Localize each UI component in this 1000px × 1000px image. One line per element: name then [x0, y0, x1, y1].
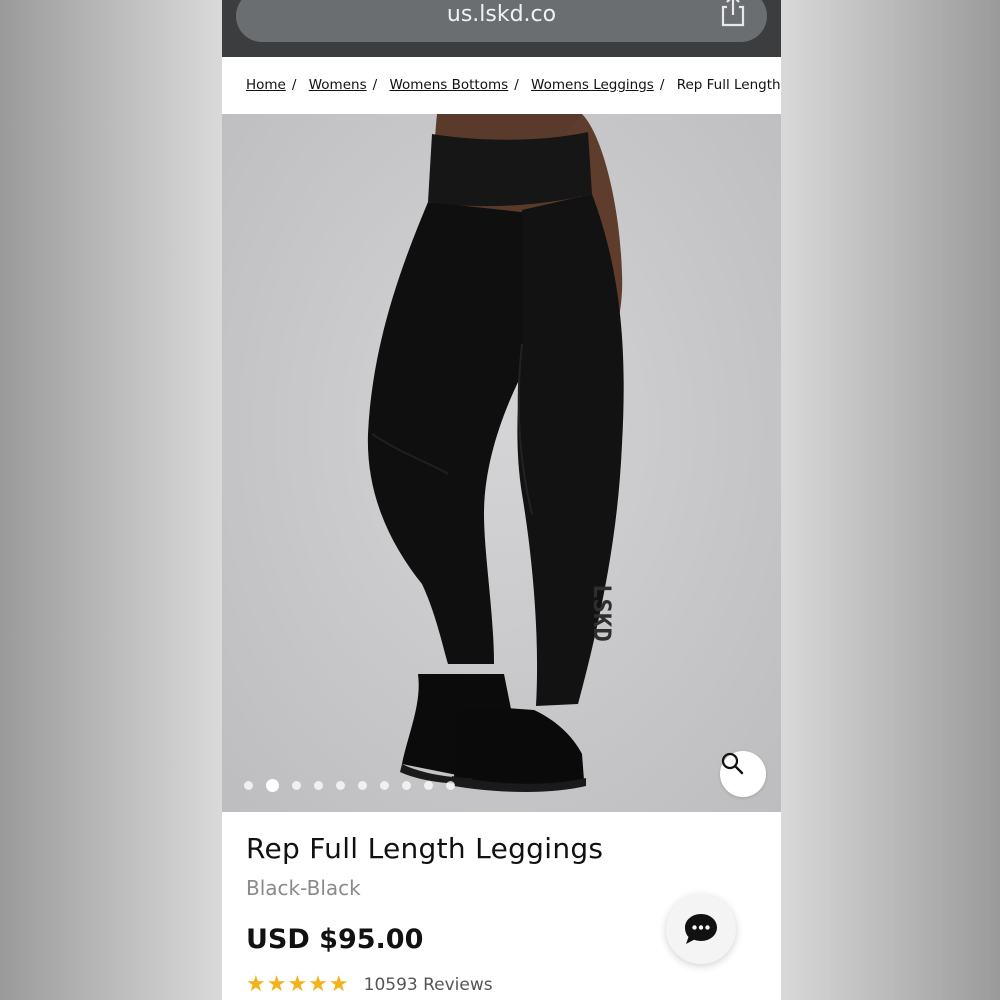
phone-screen: us.lskd.co Home / Womens / Womens Bottoms /… — [222, 0, 781, 1000]
leg-brand-print: LSKD — [588, 584, 616, 642]
breadcrumb-current: Rep Full Length — [676, 77, 781, 93]
gallery-dot[interactable] — [446, 781, 455, 790]
share-icon[interactable] — [719, 0, 747, 28]
product-photo: LSKD — [367, 114, 624, 792]
product-title: Rep Full Length Leggings — [246, 832, 604, 865]
breadcrumb-womens-leggings[interactable]: Womens Leggings — [531, 77, 654, 93]
breadcrumb-separator: / — [372, 77, 378, 93]
gallery-dot[interactable] — [358, 781, 367, 790]
gallery-dots — [244, 779, 455, 792]
product-rating[interactable]: ★★★★★ 10593 Reviews — [246, 972, 493, 997]
breadcrumb-separator: / — [659, 77, 665, 93]
gallery-dot[interactable] — [380, 781, 389, 790]
gallery-dot[interactable] — [244, 781, 253, 790]
product-price: USD $95.00 — [246, 924, 424, 955]
breadcrumb-separator: / — [514, 77, 519, 93]
product-colorway: Black-Black — [246, 876, 361, 900]
review-count[interactable]: 10593 Reviews — [364, 975, 493, 995]
zoom-button[interactable] — [720, 751, 766, 797]
product-image-gallery[interactable]: LSKD — [222, 114, 781, 812]
gallery-dot[interactable] — [424, 781, 433, 790]
gallery-dot-active[interactable] — [266, 779, 279, 792]
chat-bubble-icon — [685, 914, 717, 944]
breadcrumb-womens-bottoms[interactable]: Womens Bottoms — [389, 77, 508, 93]
breadcrumb: Home / Womens / Womens Bottoms / Womens Leg… — [222, 57, 781, 114]
url-text[interactable]: us.lskd.co — [236, 2, 767, 27]
gallery-dot[interactable] — [336, 781, 345, 790]
chat-button[interactable] — [666, 894, 736, 964]
breadcrumb-womens[interactable]: Womens — [309, 77, 367, 93]
rating-stars: ★★★★★ — [246, 972, 350, 997]
breadcrumb-home[interactable]: Home — [246, 77, 286, 93]
gallery-dot[interactable] — [402, 781, 411, 790]
url-bar[interactable]: us.lskd.co — [236, 0, 767, 42]
gallery-dot[interactable] — [314, 781, 323, 790]
magnifier-icon — [721, 752, 744, 775]
gallery-dot[interactable] — [292, 781, 301, 790]
browser-top-bar: us.lskd.co — [222, 0, 781, 57]
breadcrumb-separator: / — [291, 77, 297, 93]
